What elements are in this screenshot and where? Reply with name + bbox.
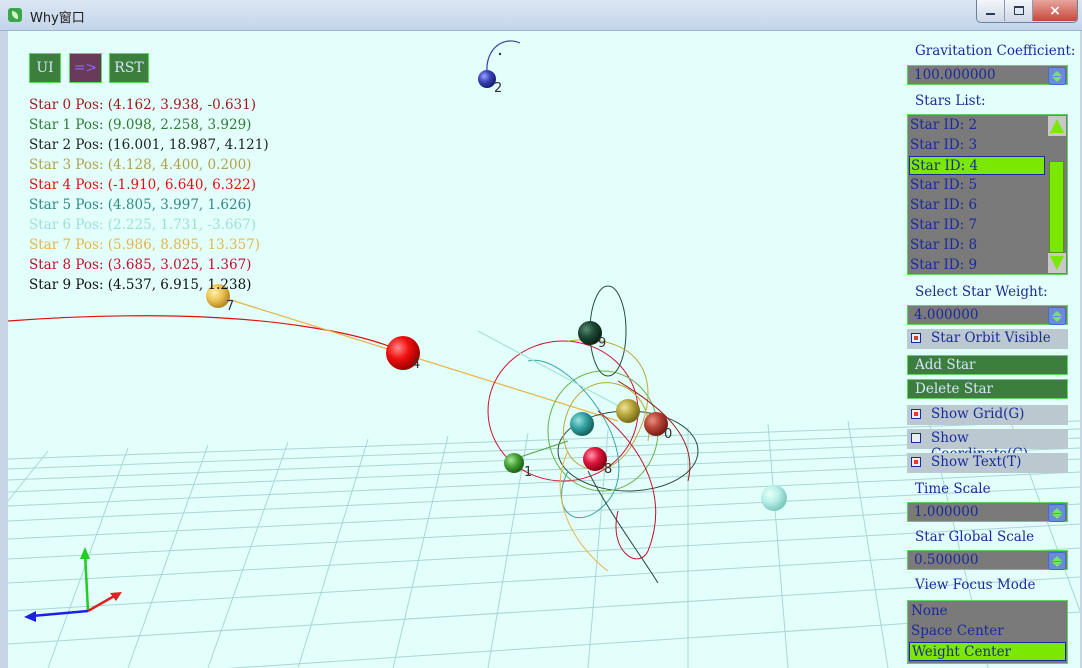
list-item[interactable]: Star ID: 9 bbox=[909, 256, 1045, 274]
minimize-button[interactable] bbox=[977, 0, 1005, 21]
spin-up-icon bbox=[1052, 70, 1062, 76]
window-controls: × bbox=[976, 0, 1078, 23]
star-6-position: Star 6 Pos: (2.225, 1.731, -3.667) bbox=[29, 217, 256, 233]
star-0-position: Star 0 Pos: (4.162, 3.938, -0.631) bbox=[29, 97, 256, 113]
star-weight-value: 4.000000 bbox=[914, 307, 979, 323]
view-focus-listbox[interactable]: None Space Center Weight Center bbox=[907, 600, 1068, 664]
star-0-label: 0 bbox=[664, 427, 673, 442]
star-2-position: Star 2 Pos: (16.001, 18.987, 4.121) bbox=[29, 137, 269, 153]
gravitation-label: Gravitation Coefficient: bbox=[915, 43, 1076, 59]
window-title: Why窗口 bbox=[30, 11, 85, 26]
delete-star-button[interactable]: Delete Star bbox=[907, 379, 1068, 399]
list-item[interactable]: Star ID: 3 bbox=[909, 136, 1045, 155]
time-scale-value: 1.000000 bbox=[914, 504, 979, 520]
star-1-label: 1 bbox=[524, 465, 533, 480]
stars-listbox[interactable]: Star ID: 2 Star ID: 3 Star ID: 4 Star ID… bbox=[907, 114, 1068, 275]
show-text-label: Show Text(T) bbox=[931, 454, 1022, 470]
add-star-button[interactable]: Add Star bbox=[907, 355, 1068, 375]
gravitation-value: 100.000000 bbox=[914, 67, 996, 83]
orbit-trail-red-long bbox=[8, 315, 405, 354]
ui-toggle-button[interactable]: UI bbox=[29, 53, 61, 83]
time-scale-label: Time Scale bbox=[915, 481, 991, 497]
spin-up-icon bbox=[1052, 507, 1062, 513]
star-1-position: Star 1 Pos: (9.098, 2.258, 3.929) bbox=[29, 117, 252, 133]
next-button[interactable]: => bbox=[69, 53, 102, 83]
star-3[interactable] bbox=[616, 399, 640, 423]
star-8-label: 8 bbox=[604, 462, 613, 477]
checkbox-checked-icon bbox=[911, 333, 921, 343]
spin-up-icon bbox=[1052, 310, 1062, 316]
list-item[interactable]: Star ID: 8 bbox=[909, 236, 1045, 255]
star-9-label: 9 bbox=[598, 336, 607, 351]
star-1[interactable] bbox=[504, 453, 524, 473]
list-item[interactable]: Star ID: 2 bbox=[909, 116, 1045, 135]
reset-button[interactable]: RST bbox=[109, 53, 149, 83]
focus-option-weight-center[interactable]: Weight Center bbox=[909, 642, 1066, 661]
maximize-icon bbox=[1013, 6, 1024, 15]
global-scale-spinbox[interactable]: 0.500000 bbox=[907, 550, 1068, 570]
spin-down-icon bbox=[1052, 76, 1062, 82]
show-grid-checkbox[interactable]: Show Grid(G) bbox=[907, 405, 1068, 425]
view-focus-label: View Focus Mode bbox=[915, 577, 1036, 593]
stars-list-scrollbar[interactable] bbox=[1048, 116, 1066, 273]
star-6[interactable] bbox=[761, 485, 787, 511]
gravitation-spin-arrows[interactable] bbox=[1048, 67, 1066, 85]
star-2-label: 2 bbox=[494, 81, 503, 96]
global-scale-label: Star Global Scale bbox=[915, 529, 1035, 545]
star-4-label: 4 bbox=[412, 357, 421, 372]
minimize-icon bbox=[986, 12, 995, 15]
star-7-position: Star 7 Pos: (5.986, 8.895, 13.357) bbox=[29, 237, 261, 253]
star-weight-spinbox[interactable]: 4.000000 bbox=[907, 305, 1068, 325]
star-7-label: 7 bbox=[226, 299, 235, 314]
global-scale-value: 0.500000 bbox=[914, 552, 979, 568]
time-scale-spinbox[interactable]: 1.000000 bbox=[907, 502, 1068, 522]
close-icon: × bbox=[1049, 2, 1061, 19]
focus-option-space-center[interactable]: Space Center bbox=[909, 622, 1066, 641]
spin-down-icon bbox=[1052, 561, 1062, 567]
scroll-up-icon[interactable] bbox=[1048, 116, 1066, 136]
focus-option-none[interactable]: None bbox=[909, 602, 1066, 621]
orbit-visible-checkbox[interactable]: Star Orbit Visible bbox=[907, 329, 1068, 349]
star-weight-label: Select Star Weight: bbox=[915, 284, 1048, 300]
star-8-position: Star 8 Pos: (3.685, 3.025, 1.367) bbox=[29, 257, 252, 273]
spin-up-icon bbox=[1052, 555, 1062, 561]
star-5-position: Star 5 Pos: (4.805, 3.997, 1.626) bbox=[29, 197, 252, 213]
show-grid-label: Show Grid(G) bbox=[931, 406, 1025, 422]
gravitation-spinbox[interactable]: 100.000000 bbox=[907, 65, 1068, 85]
checkbox-checked-icon bbox=[911, 457, 921, 467]
star-9-position: Star 9 Pos: (4.537, 6.915, 1.238) bbox=[29, 277, 252, 293]
list-item[interactable]: Star ID: 5 bbox=[909, 176, 1045, 195]
maximize-button[interactable] bbox=[1005, 0, 1033, 21]
list-item[interactable]: Star ID: 7 bbox=[909, 216, 1045, 235]
spin-down-icon bbox=[1052, 513, 1062, 519]
weight-spin-arrows[interactable] bbox=[1048, 307, 1066, 325]
title-bar: Why窗口 × bbox=[0, 0, 1082, 31]
coordinate-axes bbox=[24, 547, 122, 622]
show-text-checkbox[interactable]: Show Text(T) bbox=[907, 453, 1068, 473]
orbit-visible-label: Star Orbit Visible bbox=[931, 330, 1051, 346]
scroll-thumb[interactable] bbox=[1049, 161, 1064, 253]
stars-list-label: Stars List: bbox=[915, 93, 986, 109]
global-scale-spin-arrows[interactable] bbox=[1048, 552, 1066, 570]
checkbox-unchecked-icon bbox=[911, 433, 921, 443]
close-button[interactable]: × bbox=[1033, 0, 1077, 21]
show-coordinate-checkbox[interactable]: Show Coordinate(C) bbox=[907, 429, 1068, 462]
time-scale-spin-arrows[interactable] bbox=[1048, 504, 1066, 522]
list-item[interactable]: Star ID: 6 bbox=[909, 196, 1045, 215]
star-orbit-dot bbox=[498, 52, 502, 56]
simulation-viewport[interactable]: 2 9 1 0 4 7 8 UI => RST Star 0 Pos: (4.1… bbox=[8, 31, 1080, 668]
star-3-position: Star 3 Pos: (4.128, 4.400, 0.200) bbox=[29, 157, 252, 173]
star-4-position: Star 4 Pos: (-1.910, 6.640, 6.322) bbox=[29, 177, 256, 193]
app-icon bbox=[8, 8, 22, 22]
list-item-selected[interactable]: Star ID: 4 bbox=[909, 156, 1045, 175]
checkbox-checked-icon bbox=[911, 409, 921, 419]
spin-down-icon bbox=[1052, 316, 1062, 322]
scroll-down-icon[interactable] bbox=[1048, 253, 1066, 273]
star-5[interactable] bbox=[570, 412, 594, 436]
